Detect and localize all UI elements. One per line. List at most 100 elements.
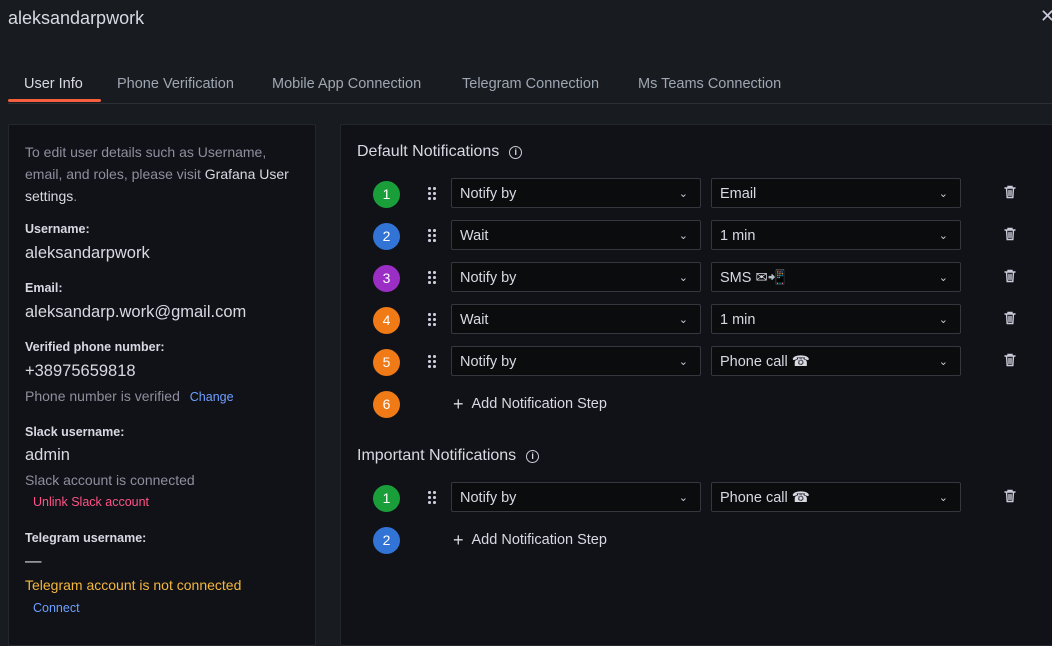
phone-value: +38975659818 (25, 362, 136, 380)
trash-icon[interactable] (1004, 185, 1016, 199)
trash-icon[interactable] (1004, 311, 1016, 325)
step-value-select[interactable]: SMS ✉📲 ⌄ (711, 262, 961, 292)
step-number-badge: 2 (373, 527, 400, 554)
chevron-down-icon: ⌄ (938, 314, 948, 326)
trash-icon[interactable] (1004, 353, 1016, 367)
tab-mobile-app-connection[interactable]: Mobile App Connection (272, 76, 421, 92)
notification-step-row: 2 Wait ⌄ 1 min ⌄ (373, 220, 1033, 252)
step-value-select[interactable]: Phone call ☎ ⌄ (711, 346, 961, 376)
drag-handle-icon[interactable] (428, 187, 438, 201)
step-value-text: Phone call ☎ (720, 354, 810, 370)
drag-handle-icon[interactable] (428, 271, 438, 285)
chevron-down-icon: ⌄ (678, 230, 688, 242)
step-number-badge: 6 (373, 391, 400, 418)
telegram-label: Telegram username: (25, 531, 147, 545)
add-notification-step-button[interactable]: + Add Notification Step (453, 530, 607, 551)
step-number-badge: 5 (373, 349, 400, 376)
tab-bar: User Info Phone Verification Mobile App … (8, 66, 1052, 104)
step-action-value: Notify by (460, 270, 517, 286)
tab-phone-verification[interactable]: Phone Verification (117, 76, 234, 92)
drag-handle-icon[interactable] (428, 491, 438, 505)
telegram-status: Telegram account is not connected (25, 577, 242, 593)
trash-icon[interactable] (1004, 269, 1016, 283)
step-action-select[interactable]: Notify by ⌄ (451, 482, 701, 512)
notification-step-row: 3 Notify by ⌄ SMS ✉📲 ⌄ (373, 262, 1033, 294)
step-action-select[interactable]: Wait ⌄ (451, 220, 701, 250)
step-action-select[interactable]: Notify by ⌄ (451, 346, 701, 376)
username-value: aleksandarpwork (25, 244, 150, 262)
trash-icon[interactable] (1004, 489, 1016, 503)
info-circle-icon[interactable]: i (509, 146, 523, 159)
chevron-down-icon: ⌄ (938, 272, 948, 284)
step-number-badge: 1 (373, 181, 400, 208)
step-action-select[interactable]: Wait ⌄ (451, 304, 701, 334)
email-value: aleksandarp.work@gmail.com (25, 303, 247, 321)
drag-handle-icon[interactable] (428, 355, 438, 369)
phone-status: Phone number is verified Change (25, 388, 234, 404)
slack-status: Slack account is connected (25, 472, 195, 488)
modal-title: aleksandarpwork (8, 8, 145, 28)
plus-icon: + (453, 530, 464, 550)
step-value-text: Phone call ☎ (720, 490, 810, 506)
change-phone-link[interactable]: Change (190, 390, 234, 404)
phone-label: Verified phone number: (25, 340, 165, 354)
notifications-panel: Default Notifications i 1 Notify by ⌄ Email ⌄… (340, 124, 1052, 646)
notification-step-row: 1 Notify by ⌄ Phone call ☎ ⌄ (373, 482, 1033, 514)
default-notifications-title-text: Default Notifications (357, 143, 500, 160)
add-notification-step-label: Add Notification Step (471, 532, 607, 548)
tab-user-info[interactable]: User Info (24, 76, 83, 92)
notification-step-row: 1 Notify by ⌄ Email ⌄ (373, 178, 1033, 210)
step-value-select[interactable]: 1 min ⌄ (711, 304, 961, 334)
trash-icon[interactable] (1004, 227, 1016, 241)
close-icon[interactable]: ✕ (1040, 6, 1052, 27)
slack-username-value: admin (25, 446, 70, 464)
step-value-text: Email (720, 186, 757, 202)
connect-telegram-link[interactable]: Connect (33, 601, 80, 615)
tab-ms-teams-connection[interactable]: Ms Teams Connection (638, 76, 781, 92)
chevron-down-icon: ⌄ (678, 492, 688, 504)
step-number-badge: 4 (373, 307, 400, 334)
step-action-select[interactable]: Notify by ⌄ (451, 262, 701, 292)
step-value-select[interactable]: 1 min ⌄ (711, 220, 961, 250)
step-action-value: Notify by (460, 354, 517, 370)
drag-handle-icon[interactable] (428, 229, 438, 243)
add-step-row: 2 + Add Notification Step (373, 524, 1033, 556)
chevron-down-icon: ⌄ (678, 356, 688, 368)
chevron-down-icon: ⌄ (938, 230, 948, 242)
plus-icon: + (453, 394, 464, 414)
step-action-value: Notify by (460, 186, 517, 202)
add-notification-step-button[interactable]: + Add Notification Step (453, 394, 607, 415)
step-value-select[interactable]: Phone call ☎ ⌄ (711, 482, 961, 512)
drag-handle-icon[interactable] (428, 313, 438, 327)
add-step-row: 6 + Add Notification Step (373, 388, 1033, 420)
step-number-badge: 2 (373, 223, 400, 250)
email-label: Email: (25, 281, 63, 295)
important-notifications-title-text: Important Notifications (357, 447, 517, 464)
default-notifications-title: Default Notifications i (357, 143, 523, 161)
phone-status-text: Phone number is verified (25, 388, 180, 404)
notification-step-row: 4 Wait ⌄ 1 min ⌄ (373, 304, 1033, 336)
notification-step-row: 5 Notify by ⌄ Phone call ☎ ⌄ (373, 346, 1033, 378)
user-info-panel: To edit user details such as Username, e… (8, 124, 316, 646)
step-value-text: SMS ✉📲 (720, 270, 786, 286)
step-number-badge: 1 (373, 485, 400, 512)
unlink-slack-link[interactable]: Unlink Slack account (33, 495, 149, 509)
step-action-value: Wait (460, 228, 489, 244)
chevron-down-icon: ⌄ (678, 188, 688, 200)
step-value-select[interactable]: Email ⌄ (711, 178, 961, 208)
slack-label: Slack username: (25, 425, 125, 439)
active-tab-indicator (8, 99, 101, 102)
step-action-select[interactable]: Notify by ⌄ (451, 178, 701, 208)
step-number-badge: 3 (373, 265, 400, 292)
info-circle-icon[interactable]: i (526, 450, 540, 463)
tab-telegram-connection[interactable]: Telegram Connection (462, 76, 599, 92)
user-info-intro: To edit user details such as Username, e… (25, 141, 300, 207)
intro-suffix: . (73, 188, 78, 204)
add-notification-step-label: Add Notification Step (471, 396, 607, 412)
step-action-value: Wait (460, 312, 489, 328)
chevron-down-icon: ⌄ (938, 188, 948, 200)
chevron-down-icon: ⌄ (938, 492, 948, 504)
step-action-value: Notify by (460, 490, 517, 506)
chevron-down-icon: ⌄ (678, 314, 688, 326)
important-notifications-title: Important Notifications i (357, 447, 540, 465)
